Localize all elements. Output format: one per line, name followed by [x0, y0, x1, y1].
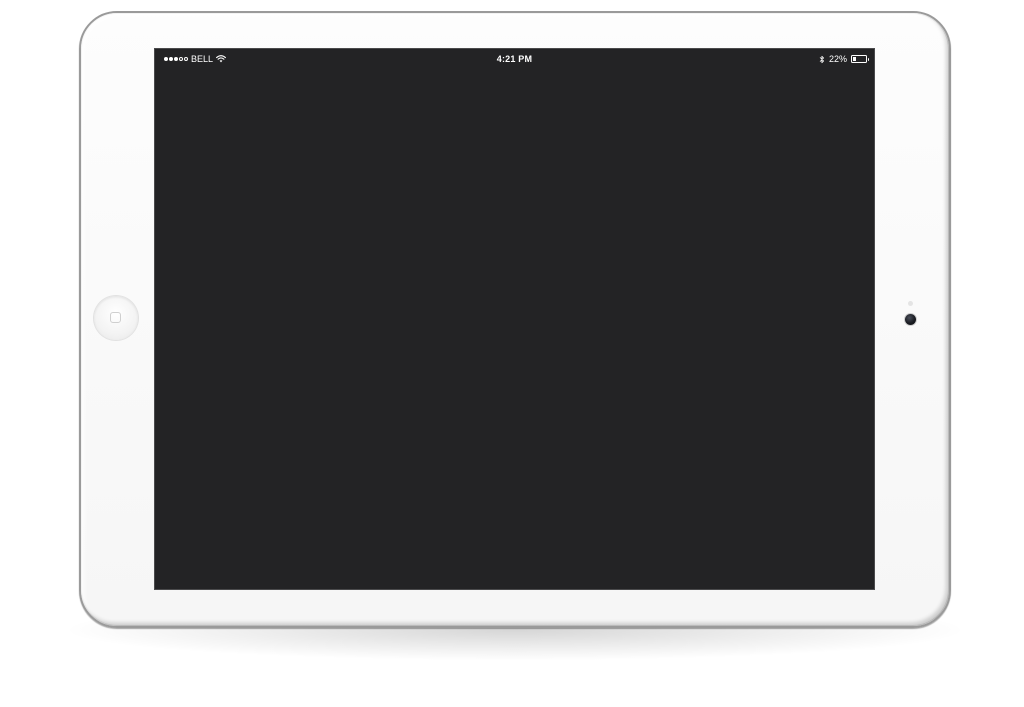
bluetooth-icon — [819, 55, 824, 63]
status-right-group: 22% — [819, 49, 869, 69]
device-screen[interactable]: BELL 4:21 PM 22% — [154, 48, 875, 590]
stage: BELL 4:21 PM 22% — [0, 0, 1024, 707]
home-button-icon — [110, 312, 121, 323]
ambient-light-sensor — [908, 301, 913, 306]
battery-fill — [853, 57, 856, 61]
battery-icon — [851, 55, 869, 63]
front-camera-icon — [905, 314, 916, 325]
battery-percentage: 22% — [828, 54, 847, 64]
battery-tip — [867, 57, 869, 61]
status-bar: BELL 4:21 PM 22% — [155, 49, 874, 69]
home-button[interactable] — [94, 296, 138, 340]
status-time: 4:21 PM — [496, 54, 533, 64]
